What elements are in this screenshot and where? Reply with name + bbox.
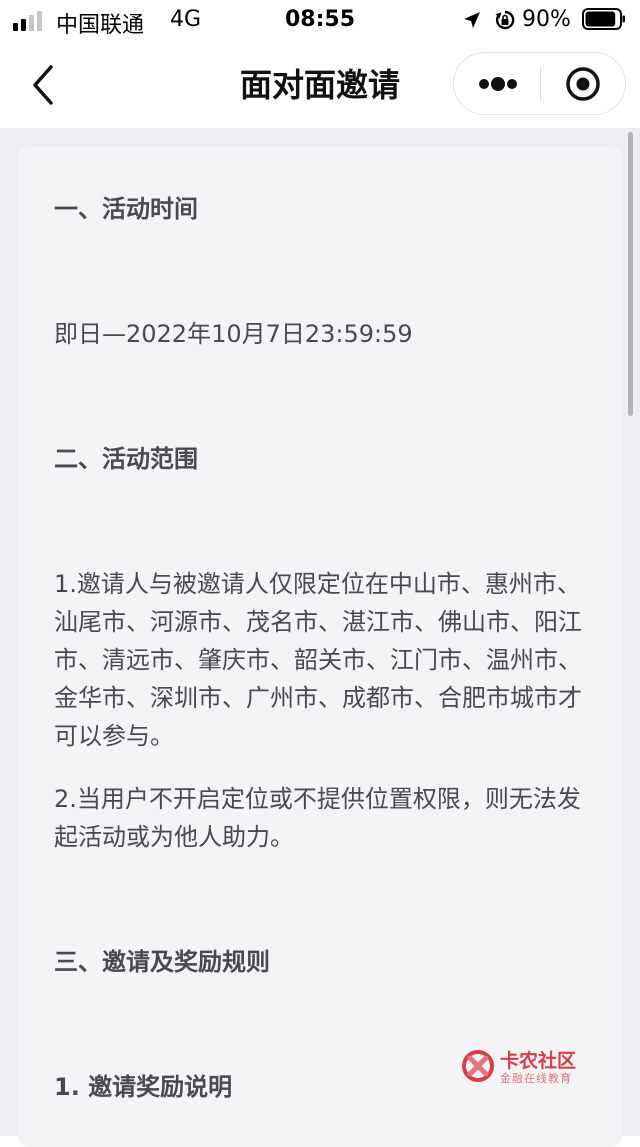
battery-icon	[582, 8, 625, 30]
target-close-icon	[566, 67, 600, 101]
section-title-activity-time: 一、活动时间	[54, 195, 198, 223]
activity-time-text: 即日—2022年10月7日23:59:59	[54, 320, 413, 348]
mini-program-capsule	[453, 52, 626, 115]
activity-scope-paragraph-1: 1.邀请人与被邀请人仅限定位在中山市、惠州市、汕尾市、河源市、茂名市、湛江市、佛…	[54, 570, 582, 750]
rotation-lock-icon	[495, 10, 515, 30]
more-button[interactable]	[454, 53, 540, 114]
more-dots-icon	[479, 77, 517, 91]
close-mini-program-button[interactable]	[541, 53, 625, 114]
section-title-invite-rules: 三、邀请及奖励规则	[54, 948, 270, 976]
section-title-activity-scope: 二、活动范围	[54, 445, 198, 473]
status-bar: 中国联通 4G 08:55 90%	[0, 0, 640, 42]
kanong-logo-icon	[462, 1050, 494, 1082]
battery-percentage: 90%	[522, 7, 571, 32]
scrollbar[interactable]	[628, 132, 633, 416]
watermark: 卡农社区 金融在线教育	[460, 1046, 590, 1088]
navigation-bar: 面对面邀请	[0, 42, 640, 128]
activity-scope-paragraph-2: 2.当用户不开启定位或不提供位置权限，则无法发起活动或为他人助力。	[54, 785, 581, 851]
watermark-subtitle: 金融在线教育	[500, 1072, 572, 1085]
location-arrow-icon	[464, 12, 480, 28]
watermark-title: 卡农社区	[500, 1050, 577, 1072]
